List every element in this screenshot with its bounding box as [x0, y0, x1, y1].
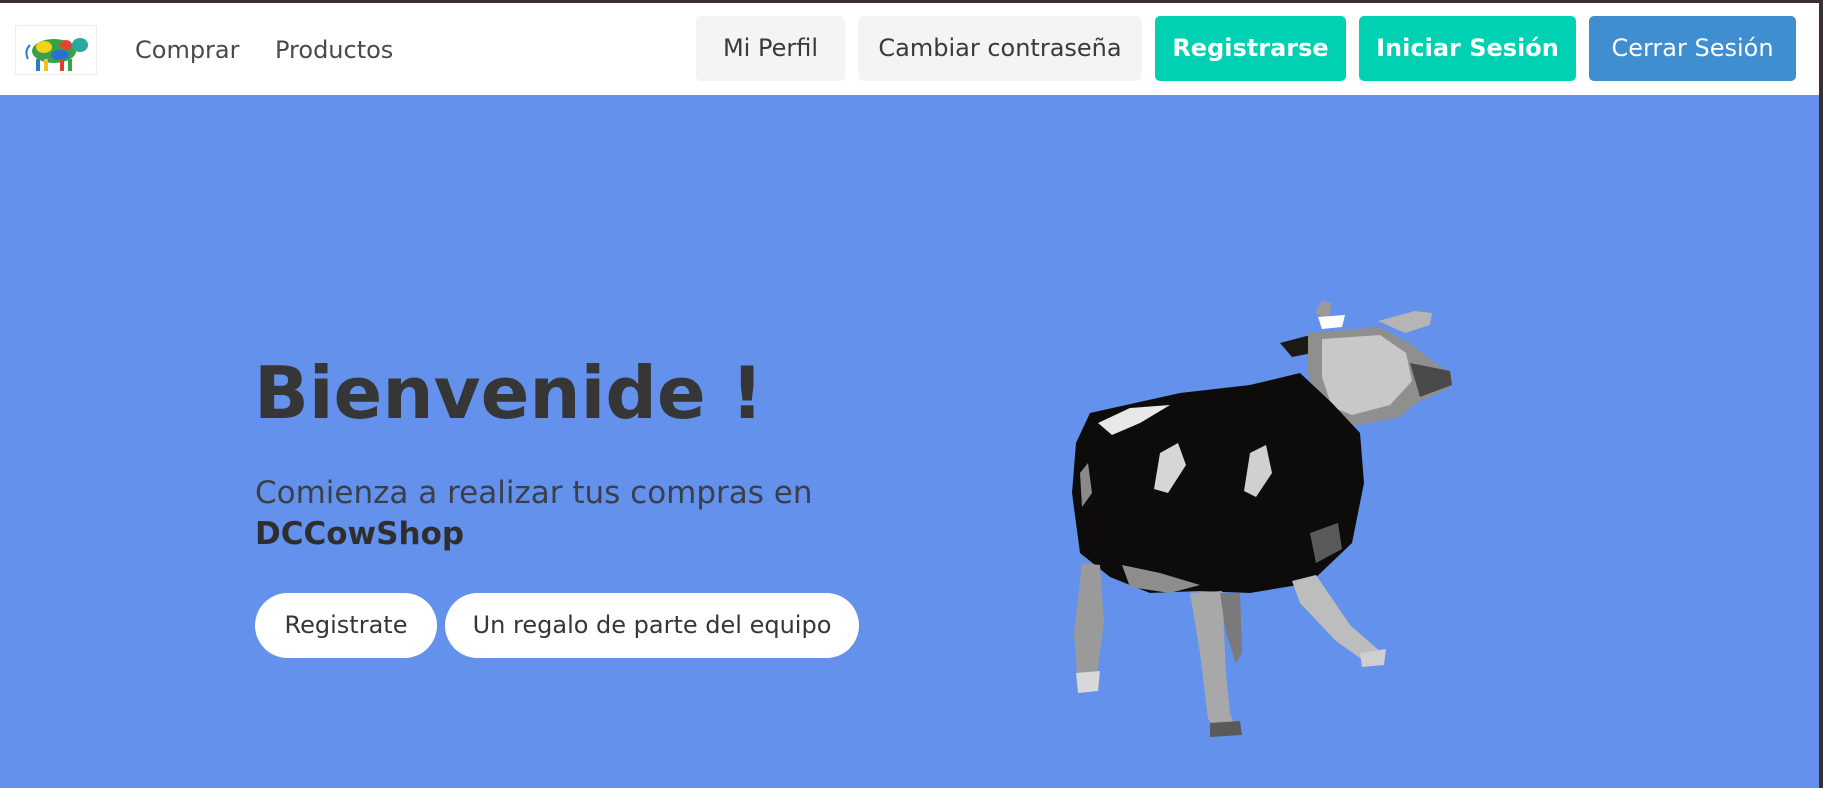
dancing-cow-image	[1072, 301, 1452, 737]
nav-link-productos[interactable]: Productos	[275, 33, 393, 67]
change-password-button[interactable]: Cambiar contraseña	[858, 16, 1142, 81]
nav-link-comprar[interactable]: Comprar	[135, 33, 240, 67]
hero-subtitle-text: Comienza a realizar tus compras en	[255, 475, 813, 511]
register-button[interactable]: Registrarse	[1155, 16, 1346, 81]
cow-logo-icon	[25, 38, 88, 71]
login-button[interactable]: Iniciar Sesión	[1359, 16, 1576, 81]
profile-button[interactable]: Mi Perfil	[696, 16, 845, 81]
navbar: Comprar Productos Mi Perfil Cambiar cont…	[0, 3, 1819, 95]
window-scrollbar[interactable]	[1819, 3, 1823, 788]
logout-button[interactable]: Cerrar Sesión	[1589, 16, 1796, 81]
brand-logo[interactable]	[15, 25, 97, 75]
gift-button[interactable]: Un regalo de parte del equipo	[445, 593, 859, 658]
registrate-button[interactable]: Registrate	[255, 593, 437, 658]
shop-name: DCCowShop	[255, 516, 465, 552]
hero-subtitle: Comienza a realizar tus compras en DCCow…	[255, 473, 813, 555]
hero-title: Bienvenide !	[254, 351, 764, 435]
